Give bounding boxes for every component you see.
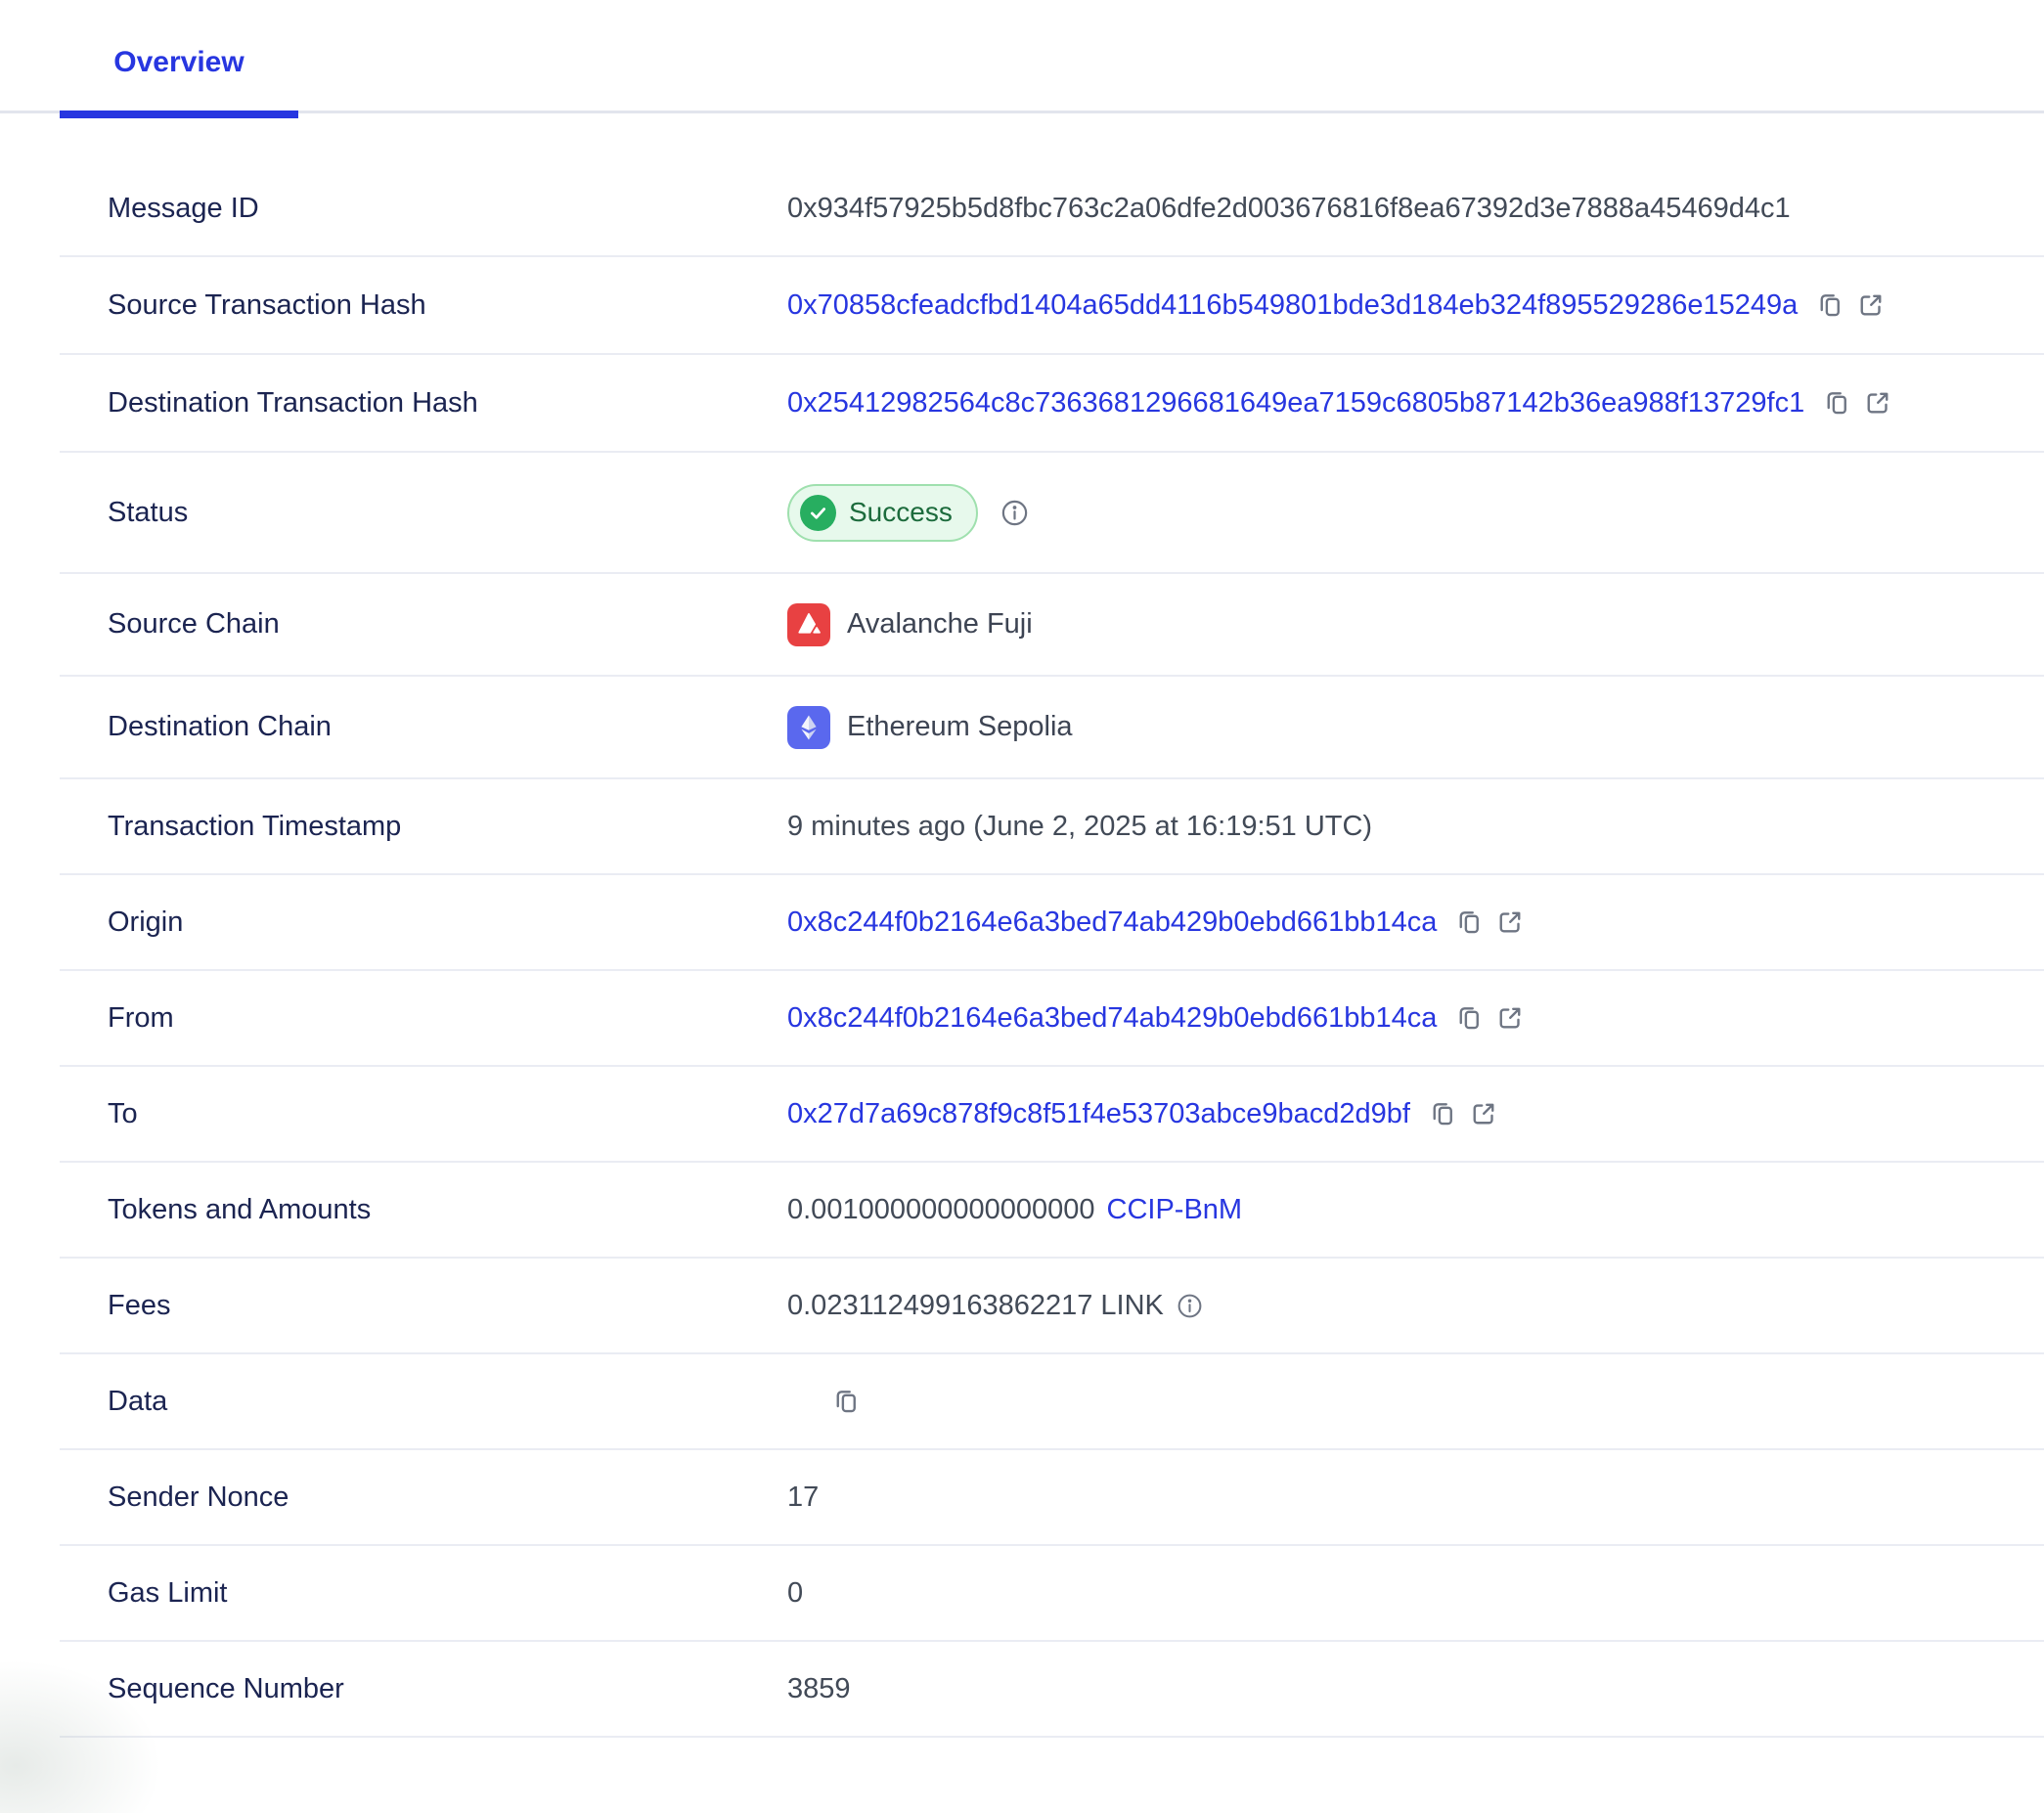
copy-icon — [1815, 290, 1844, 320]
table-row-source-chain: Source Chain Avalanche Fuji — [60, 574, 2044, 677]
table-row-timestamp: Transaction Timestamp 9 minutes ago (Jun… — [60, 779, 2044, 875]
table-row-message-id: Message ID 0x934f57925b5d8fbc763c2a06dfe… — [60, 161, 2044, 257]
origin-copy-button[interactable] — [1454, 907, 1484, 937]
sequence-number-label: Sequence Number — [60, 1673, 787, 1705]
table-row-sequence-number: Sequence Number 3859 — [60, 1642, 2044, 1738]
table-row-to: To 0x27d7a69c878f9c8f51f4e53703abce9bacd… — [60, 1067, 2044, 1163]
copy-icon — [1454, 1003, 1484, 1033]
from-address-link[interactable]: 0x8c244f0b2164e6a3bed74ab429b0ebd661bb14… — [787, 1002, 1437, 1035]
transaction-details-table: Message ID 0x934f57925b5d8fbc763c2a06dfe… — [60, 161, 2044, 1738]
table-row-status: Status Success — [60, 453, 2044, 574]
avalanche-chain-icon — [787, 603, 830, 646]
table-row-gas-limit: Gas Limit 0 — [60, 1546, 2044, 1642]
message-id-label: Message ID — [60, 193, 787, 225]
dest-tx-hash-label: Destination Transaction Hash — [60, 387, 787, 420]
dest-chain-value: Ethereum Sepolia — [847, 711, 1073, 743]
external-link-icon — [1856, 290, 1886, 320]
data-copy-button[interactable] — [831, 1387, 861, 1416]
token-amount-value: 0.001000000000000000 — [787, 1194, 1095, 1226]
to-label: To — [60, 1098, 787, 1130]
copy-icon — [1822, 388, 1851, 418]
table-row-fees: Fees 0.023112499163862217 LINK — [60, 1259, 2044, 1354]
source-chain-value: Avalanche Fuji — [847, 608, 1033, 641]
tab-bar: Overview — [0, 0, 2044, 118]
status-badge: Success — [787, 484, 978, 542]
external-link-icon — [1863, 388, 1892, 418]
table-row-tokens: Tokens and Amounts 0.001000000000000000 … — [60, 1163, 2044, 1259]
table-row-from: From 0x8c244f0b2164e6a3bed74ab429b0ebd66… — [60, 971, 2044, 1067]
from-label: From — [60, 1002, 787, 1035]
source-tx-hash-link[interactable]: 0x70858cfeadcfbd1404a65dd4116b549801bde3… — [787, 289, 1798, 322]
message-id-value: 0x934f57925b5d8fbc763c2a06dfe2d003676816… — [787, 193, 1791, 225]
origin-external-button[interactable] — [1495, 907, 1525, 937]
source-tx-copy-button[interactable] — [1815, 290, 1844, 320]
tab-overview[interactable]: Overview — [60, 0, 298, 118]
table-row-data: Data — [60, 1354, 2044, 1450]
source-tx-external-button[interactable] — [1856, 290, 1886, 320]
sequence-number-value: 3859 — [787, 1673, 851, 1705]
fees-value: 0.023112499163862217 LINK — [787, 1290, 1164, 1322]
to-external-button[interactable] — [1469, 1099, 1498, 1128]
source-tx-hash-label: Source Transaction Hash — [60, 289, 787, 322]
external-link-icon — [1469, 1099, 1498, 1128]
tokens-label: Tokens and Amounts — [60, 1194, 787, 1226]
table-row-source-tx-hash: Source Transaction Hash 0x70858cfeadcfbd… — [60, 257, 2044, 355]
timestamp-value: 9 minutes ago (June 2, 2025 at 16:19:51 … — [787, 811, 1372, 843]
info-icon — [1000, 498, 1030, 528]
table-row-origin: Origin 0x8c244f0b2164e6a3bed74ab429b0ebd… — [60, 875, 2044, 971]
external-link-icon — [1495, 907, 1525, 937]
copy-icon — [1428, 1099, 1457, 1128]
origin-label: Origin — [60, 906, 787, 939]
dest-tx-hash-link[interactable]: 0x25412982564c8c7363681296681649ea7159c6… — [787, 387, 1804, 420]
check-circle-icon — [800, 495, 836, 531]
dest-tx-external-button[interactable] — [1863, 388, 1892, 418]
table-row-sender-nonce: Sender Nonce 17 — [60, 1450, 2044, 1546]
gas-limit-value: 0 — [787, 1577, 803, 1610]
copy-icon — [831, 1387, 861, 1416]
gas-limit-label: Gas Limit — [60, 1577, 787, 1610]
token-symbol-link[interactable]: CCIP-BnM — [1107, 1194, 1243, 1226]
timestamp-label: Transaction Timestamp — [60, 811, 787, 843]
status-info-button[interactable] — [1000, 498, 1030, 528]
fees-info-button[interactable] — [1176, 1292, 1204, 1320]
copy-icon — [1454, 907, 1484, 937]
sender-nonce-label: Sender Nonce — [60, 1481, 787, 1514]
origin-address-link[interactable]: 0x8c244f0b2164e6a3bed74ab429b0ebd661bb14… — [787, 906, 1437, 939]
sender-nonce-value: 17 — [787, 1481, 819, 1514]
data-label: Data — [60, 1386, 787, 1418]
table-row-dest-tx-hash: Destination Transaction Hash 0x254129825… — [60, 355, 2044, 453]
table-row-dest-chain: Destination Chain Ethereum Sepolia — [60, 677, 2044, 779]
to-copy-button[interactable] — [1428, 1099, 1457, 1128]
from-external-button[interactable] — [1495, 1003, 1525, 1033]
to-address-link[interactable]: 0x27d7a69c878f9c8f51f4e53703abce9bacd2d9… — [787, 1098, 1410, 1130]
fees-label: Fees — [60, 1290, 787, 1322]
status-text: Success — [849, 497, 953, 528]
external-link-icon — [1495, 1003, 1525, 1033]
from-copy-button[interactable] — [1454, 1003, 1484, 1033]
dest-chain-label: Destination Chain — [60, 711, 787, 743]
source-chain-label: Source Chain — [60, 608, 787, 641]
ethereum-chain-icon — [787, 706, 830, 749]
status-label: Status — [60, 497, 787, 529]
dest-tx-copy-button[interactable] — [1822, 388, 1851, 418]
info-icon — [1176, 1292, 1204, 1320]
